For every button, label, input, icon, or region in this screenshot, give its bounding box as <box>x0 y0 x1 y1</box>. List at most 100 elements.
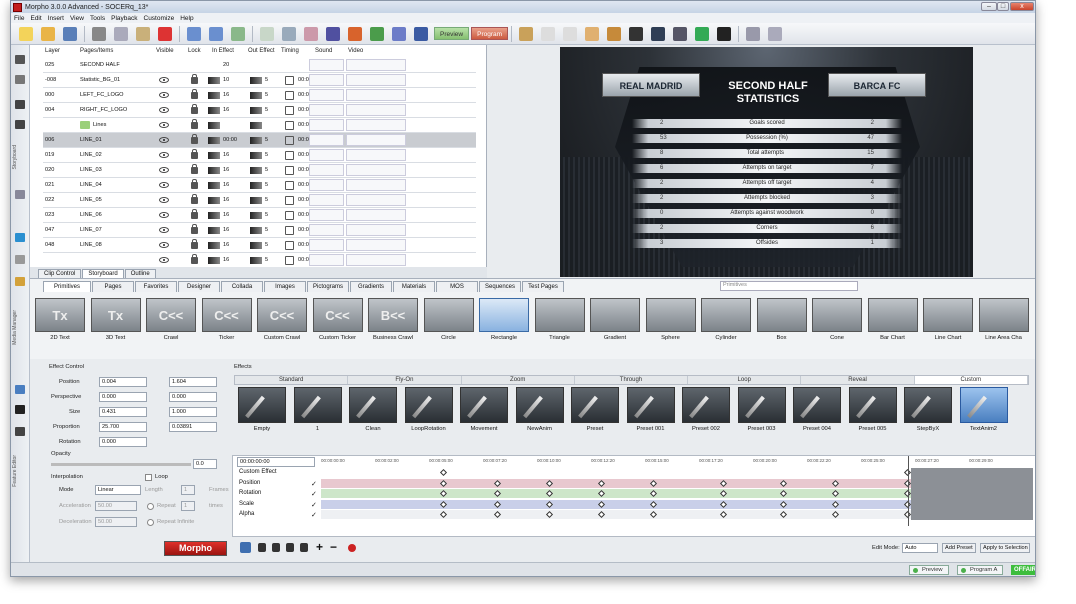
col-sound[interactable]: Sound <box>315 48 332 54</box>
prev-frame-icon[interactable] <box>272 543 280 552</box>
timing-icon[interactable] <box>285 166 294 175</box>
media-tab-favorites[interactable]: Favorites <box>135 281 177 292</box>
out-effect-icon[interactable] <box>250 227 262 234</box>
media-item[interactable]: Bar Chart <box>867 298 919 346</box>
table-row[interactable]: 006 LINE_01 00:00 5 00:03 <box>43 133 476 148</box>
in-effect-icon[interactable] <box>208 227 220 234</box>
mode-select[interactable]: Linear <box>95 485 141 495</box>
out-effect-icon[interactable] <box>250 92 262 99</box>
media-tab-gradients[interactable]: Gradients <box>350 281 392 292</box>
timing-icon[interactable] <box>285 241 294 250</box>
effects-tab-loop[interactable]: Loop <box>688 376 802 384</box>
effect-item[interactable]: LoopRotation <box>403 387 455 435</box>
repeat-radio[interactable] <box>147 503 154 510</box>
deceleration-field[interactable]: 50.00 <box>95 517 137 527</box>
tag-icon[interactable] <box>519 26 534 41</box>
next-frame-icon[interactable] <box>286 543 294 552</box>
globe-icon[interactable] <box>414 26 428 41</box>
media-tab-designer[interactable]: Designer <box>178 281 220 292</box>
effect-item[interactable]: Preset <box>569 387 621 435</box>
table-row[interactable]: 047 LINE_07 16 5 00:01 <box>43 223 476 238</box>
track-bar[interactable] <box>321 510 918 519</box>
video-cell[interactable] <box>346 74 406 86</box>
media-item[interactable]: Sphere <box>645 298 697 346</box>
tab-outline[interactable]: Outline <box>124 269 156 278</box>
opacity-field[interactable]: 0.0 <box>193 459 217 469</box>
video-cell[interactable] <box>346 179 406 191</box>
close-button[interactable]: x <box>1010 2 1034 11</box>
visible-eye-icon[interactable] <box>159 212 169 218</box>
visible-eye-icon[interactable] <box>159 227 169 233</box>
effect-item[interactable]: Preset 001 <box>625 387 677 435</box>
layout-icon[interactable] <box>563 26 578 41</box>
sound-cell[interactable] <box>309 164 344 176</box>
apply-to-selection-button[interactable]: Apply to Selection <box>980 543 1030 553</box>
media-item[interactable]: Line Area Cha <box>978 298 1030 346</box>
play-icon[interactable] <box>15 255 25 264</box>
table-row[interactable]: 023 LINE_06 16 5 00:01 <box>43 208 476 223</box>
menu-insert[interactable]: Insert <box>45 15 67 22</box>
screen-icon[interactable] <box>629 26 644 41</box>
in-effect-icon[interactable] <box>208 197 220 204</box>
lock-icon[interactable] <box>191 209 198 219</box>
media-tab-collada[interactable]: Collada <box>221 281 263 292</box>
sound-cell[interactable] <box>309 194 344 206</box>
media-item[interactable]: B<< Business Crawl <box>367 298 419 346</box>
add-page-icon[interactable] <box>260 26 274 41</box>
media-item[interactable]: Triangle <box>534 298 586 346</box>
media-item[interactable]: Box <box>756 298 808 346</box>
frame-icon[interactable] <box>541 26 556 41</box>
lock-icon[interactable] <box>191 134 198 144</box>
out-effect-icon[interactable] <box>250 242 262 249</box>
sound-cell[interactable] <box>309 224 344 236</box>
record-icon[interactable] <box>348 544 356 552</box>
position-x-field[interactable]: 0.004 <box>99 377 147 387</box>
redo-icon[interactable] <box>209 26 223 41</box>
table-row[interactable]: Lines 00:00 <box>43 118 476 133</box>
menu-tools[interactable]: Tools <box>87 15 108 22</box>
effect-item[interactable]: Preset 003 <box>736 387 788 435</box>
in-effect-icon[interactable] <box>208 257 220 264</box>
table-row[interactable]: 019 LINE_02 16 5 00:02 <box>43 148 476 163</box>
acceleration-field[interactable]: 50.00 <box>95 501 137 511</box>
timing-icon[interactable] <box>285 151 294 160</box>
timing-icon[interactable] <box>285 256 294 265</box>
image-icon[interactable] <box>15 385 25 394</box>
effect-item[interactable]: NewAnim <box>514 387 566 435</box>
media-tab-materials[interactable]: Materials <box>393 281 435 292</box>
table-row[interactable]: 000 LEFT_FC_LOGO 16 5 00:00 <box>43 88 476 103</box>
timing-icon[interactable] <box>285 76 294 85</box>
sound-cell[interactable] <box>309 89 344 101</box>
in-effect-icon[interactable] <box>208 182 220 189</box>
effect-item[interactable]: Preset 002 <box>680 387 732 435</box>
table-row[interactable]: 048 LINE_08 16 5 00:01 <box>43 238 476 253</box>
rotation-field[interactable]: 0.000 <box>99 437 147 447</box>
video-cell[interactable] <box>346 239 406 251</box>
photoshop-icon[interactable] <box>326 26 340 41</box>
media-item[interactable]: Tx 3D Text <box>90 298 142 346</box>
col-in-effect[interactable]: In Effect <box>212 48 234 54</box>
media-tab-mos[interactable]: MOS <box>436 281 478 292</box>
maximize-button[interactable]: □ <box>997 2 1009 11</box>
position-y-field[interactable]: 1.604 <box>169 377 217 387</box>
video-cell[interactable] <box>346 104 406 116</box>
media-item[interactable]: Rectangle <box>478 298 530 346</box>
visible-eye-icon[interactable] <box>159 197 169 203</box>
proportion-x-field[interactable]: 25.700 <box>99 422 147 432</box>
perspective-x-field[interactable]: 0.000 <box>99 392 147 402</box>
lock-icon[interactable] <box>191 164 198 174</box>
opacity-slider[interactable] <box>51 463 191 466</box>
delete-icon[interactable] <box>158 26 172 41</box>
loop-checkbox[interactable] <box>145 474 152 481</box>
repeat-infinite-radio[interactable] <box>147 519 154 526</box>
table-row[interactable]: 022 LINE_05 16 5 00:01 <box>43 193 476 208</box>
in-effect-icon[interactable] <box>208 122 220 129</box>
track-bar[interactable] <box>321 468 918 477</box>
folder-icon[interactable] <box>15 277 25 286</box>
tab-clip-control[interactable]: Clip Control <box>38 269 82 278</box>
track-bar[interactable] <box>321 499 918 509</box>
effect-item[interactable]: Preset 005 <box>847 387 899 435</box>
out-effect-icon[interactable] <box>250 257 262 264</box>
monitor-icon[interactable] <box>695 26 710 41</box>
status-preview-button[interactable]: Preview <box>909 565 949 575</box>
